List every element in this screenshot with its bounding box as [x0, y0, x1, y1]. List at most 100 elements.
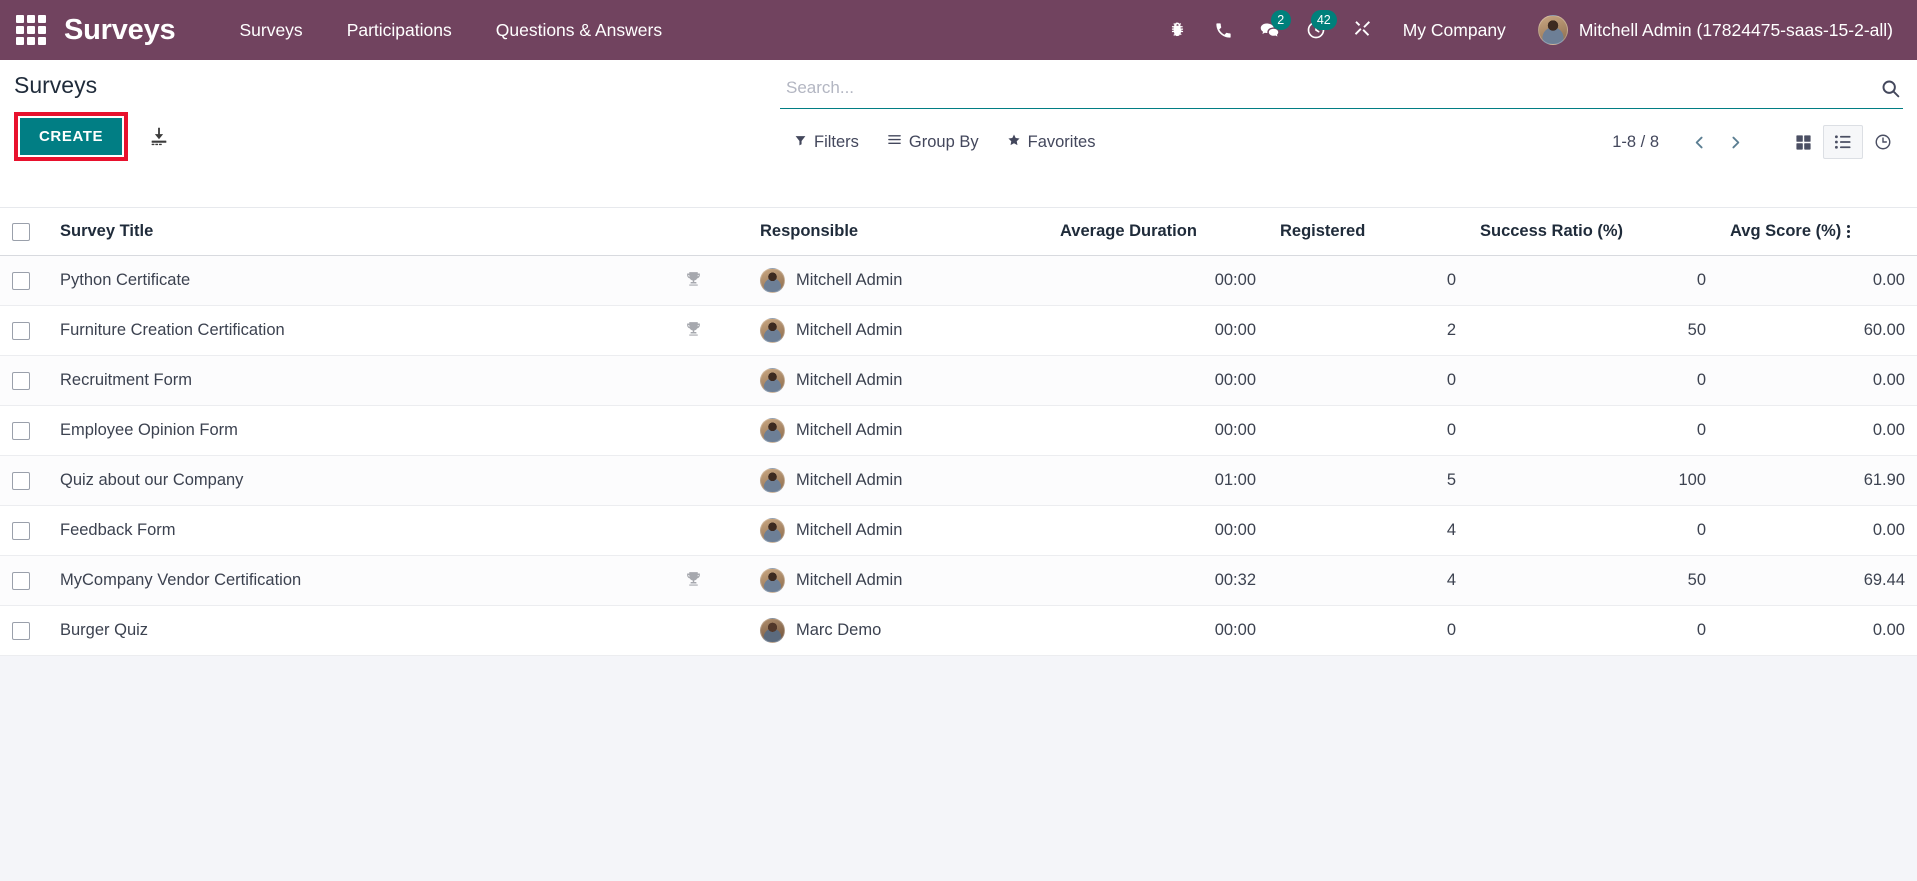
row-checkbox[interactable]	[12, 471, 30, 490]
clock-icon[interactable]	[1863, 125, 1903, 159]
cell-responsible[interactable]: Mitchell Admin	[748, 505, 1048, 556]
responsible-name: Mitchell Admin	[796, 371, 903, 389]
avatar	[760, 518, 785, 543]
row-checkbox[interactable]	[12, 271, 30, 290]
cell-survey-title[interactable]: Furniture Creation Certification	[48, 305, 638, 356]
row-select-cell	[0, 305, 48, 356]
responsible-name: Mitchell Admin	[796, 521, 903, 539]
column-header-responsible[interactable]: Responsible	[748, 208, 1048, 256]
cell-registered: 0	[1268, 405, 1468, 456]
group-by-button[interactable]: Group By	[873, 128, 993, 156]
create-button-highlight: CREATE	[14, 111, 129, 161]
row-checkbox[interactable]	[12, 321, 30, 340]
table-row[interactable]: Burger Quiz Marc Demo 00:00 0 0 0.00	[0, 605, 1917, 656]
cell-responsible[interactable]: Marc Demo	[748, 605, 1048, 656]
create-button[interactable]: CREATE	[20, 117, 123, 155]
row-checkbox[interactable]	[12, 371, 30, 390]
cell-average-duration: 00:00	[1048, 355, 1268, 406]
apps-grid-icon[interactable]	[14, 13, 48, 47]
activity-clock-icon[interactable]: 42	[1293, 0, 1339, 60]
cell-certification-badge	[638, 605, 748, 656]
select-all-checkbox[interactable]	[12, 222, 30, 241]
menu-item-participations[interactable]: Participations	[325, 12, 474, 49]
cell-survey-title[interactable]: Employee Opinion Form	[48, 405, 638, 456]
filter-funnel-icon	[794, 133, 807, 152]
chevron-left-icon[interactable]	[1681, 127, 1717, 157]
cell-survey-title[interactable]: Burger Quiz	[48, 605, 638, 656]
menu-item-surveys[interactable]: Surveys	[217, 12, 324, 49]
cell-registered: 0	[1268, 605, 1468, 656]
group-by-label: Group By	[908, 132, 979, 151]
table-row[interactable]: Feedback Form Mitchell Admin 00:00 4 0 0.00	[0, 505, 1917, 556]
column-header-registered[interactable]: Registered	[1268, 208, 1468, 256]
messages-icon[interactable]: 2	[1247, 0, 1293, 60]
cell-responsible[interactable]: Mitchell Admin	[748, 455, 1048, 506]
table-row[interactable]: Quiz about our Company Mitchell Admin 01:0…	[0, 455, 1917, 506]
import-download-icon[interactable]	[148, 125, 170, 147]
search-input[interactable]	[782, 76, 1870, 100]
company-selector[interactable]: My Company	[1385, 12, 1524, 49]
row-checkbox[interactable]	[12, 621, 30, 640]
row-select-cell	[0, 455, 48, 506]
table-row[interactable]: Python Certificate Mitchell Admin 00:00 0 0 0…	[0, 255, 1917, 306]
cell-survey-title[interactable]: Quiz about our Company	[48, 455, 638, 506]
filters-button[interactable]: Filters	[780, 129, 873, 156]
row-select-cell	[0, 555, 48, 606]
cell-survey-title[interactable]: Python Certificate	[48, 255, 638, 306]
cell-avg-score: 0.00	[1718, 405, 1917, 456]
pager-count: 1-8 / 8	[1612, 132, 1659, 151]
cell-success-ratio: 0	[1468, 605, 1718, 656]
table-row[interactable]: MyCompany Vendor Certification Mitchell A…	[0, 555, 1917, 606]
cell-survey-title[interactable]: MyCompany Vendor Certification	[48, 555, 638, 606]
cell-success-ratio: 100	[1468, 455, 1718, 506]
cell-average-duration: 00:00	[1048, 505, 1268, 556]
chevron-right-icon[interactable]	[1717, 127, 1753, 157]
column-header-certification-badge	[638, 208, 748, 256]
tools-wrench-icon[interactable]	[1339, 0, 1385, 60]
row-checkbox[interactable]	[12, 571, 30, 590]
bug-icon[interactable]	[1155, 0, 1201, 60]
select-all-header	[0, 208, 48, 256]
trophy-icon	[685, 570, 702, 587]
navbar-right-tools: 2 42 My Company Mitchell Admin (17824475…	[1155, 0, 1917, 60]
user-menu-label: Mitchell Admin (17824475-saas-15-2-all)	[1578, 19, 1893, 40]
cell-success-ratio: 0	[1468, 255, 1718, 306]
row-checkbox[interactable]	[12, 521, 30, 540]
group-by-lines-icon	[887, 132, 902, 152]
table-row[interactable]: Recruitment Form Mitchell Admin 00:00 0 0 0.0…	[0, 355, 1917, 406]
cell-certification-badge	[638, 355, 748, 406]
optional-columns-toggle-icon[interactable]	[1847, 225, 1851, 239]
row-select-cell	[0, 505, 48, 556]
column-header-success-ratio[interactable]: Success Ratio (%)	[1468, 208, 1718, 256]
cell-survey-title[interactable]: Feedback Form	[48, 505, 638, 556]
table-row[interactable]: Employee Opinion Form Mitchell Admin 00:00…	[0, 405, 1917, 456]
cell-avg-score: 0.00	[1718, 355, 1917, 406]
table-row[interactable]: Furniture Creation Certification Mitchell…	[0, 305, 1917, 356]
cell-average-duration: 00:32	[1048, 555, 1268, 606]
cell-certification-badge	[638, 405, 748, 456]
avatar	[760, 268, 785, 293]
column-header-average-duration[interactable]: Average Duration	[1048, 208, 1268, 256]
cell-responsible[interactable]: Mitchell Admin	[748, 305, 1048, 356]
cell-responsible[interactable]: Mitchell Admin	[748, 255, 1048, 306]
list-lines-icon[interactable]	[1823, 125, 1863, 159]
menu-item-questions-answers[interactable]: Questions & Answers	[474, 12, 684, 49]
app-brand-title[interactable]: Surveys	[64, 14, 176, 47]
cell-responsible[interactable]: Mitchell Admin	[748, 405, 1048, 456]
responsible-name: Mitchell Admin	[796, 471, 903, 489]
favorites-button[interactable]: Favorites	[993, 129, 1110, 156]
cell-responsible[interactable]: Mitchell Admin	[748, 555, 1048, 606]
cell-success-ratio: 50	[1468, 555, 1718, 606]
search-icon[interactable]	[1870, 78, 1901, 99]
row-checkbox[interactable]	[12, 421, 30, 440]
row-select-cell	[0, 355, 48, 406]
column-header-avg-score[interactable]: Avg Score (%)	[1718, 208, 1917, 256]
cell-responsible[interactable]: Mitchell Admin	[748, 355, 1048, 406]
cell-avg-score: 0.00	[1718, 255, 1917, 306]
cell-certification-badge	[638, 505, 748, 556]
column-header-survey-title[interactable]: Survey Title	[48, 208, 638, 256]
cell-survey-title[interactable]: Recruitment Form	[48, 355, 638, 406]
kanban-grid-icon[interactable]	[1783, 125, 1823, 159]
phone-icon[interactable]	[1201, 0, 1247, 60]
user-menu[interactable]: Mitchell Admin (17824475-saas-15-2-all)	[1524, 15, 1899, 45]
